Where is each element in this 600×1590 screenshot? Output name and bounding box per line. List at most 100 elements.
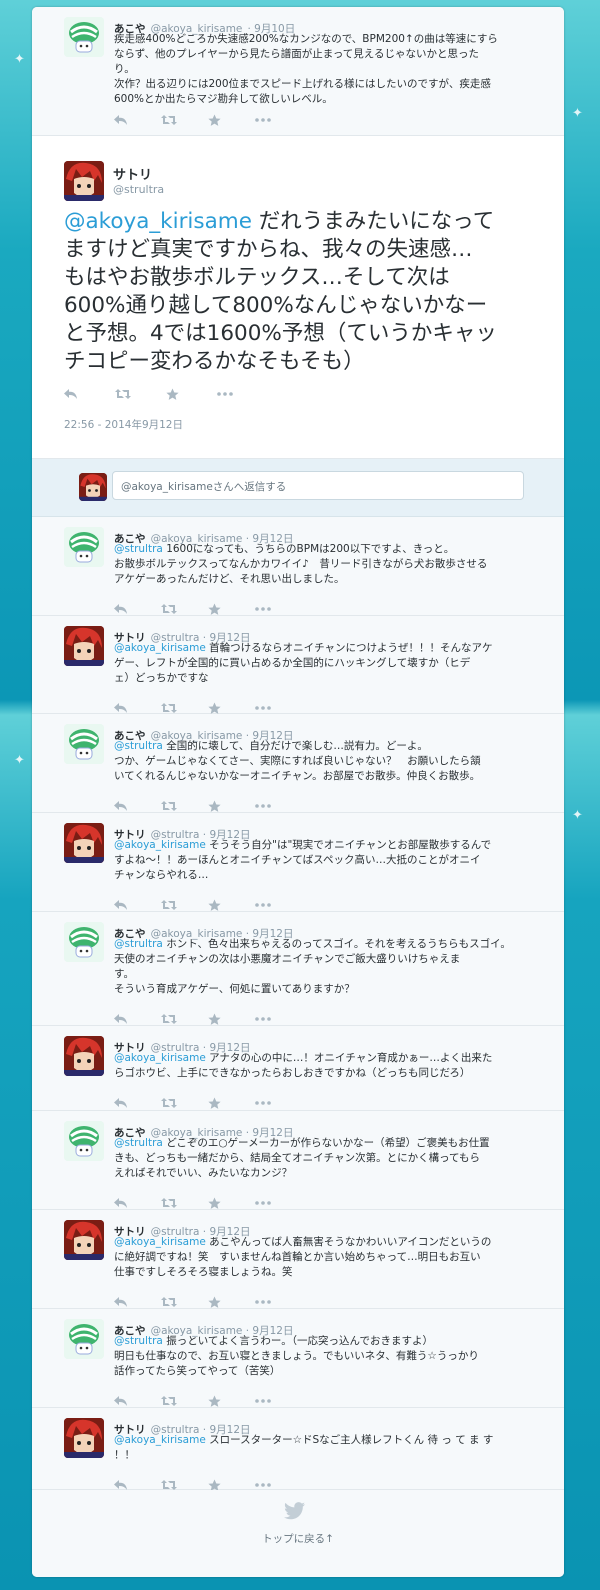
favorite-icon[interactable] — [208, 602, 255, 616]
tweet-actions — [114, 1096, 302, 1110]
tweet-line: に絶好調ですね！笑 すいませんね首輪とか言い始めちゃって…明日もお互い — [114, 1251, 481, 1263]
tweet-line: り。 — [114, 63, 135, 75]
mention-link[interactable]: @strultra — [114, 1335, 163, 1347]
reply-icon[interactable] — [114, 701, 161, 715]
avatar-satori[interactable] — [64, 1220, 104, 1260]
mention-link[interactable]: @akoya_kirisame — [64, 209, 252, 234]
reply-icon[interactable] — [114, 1012, 161, 1026]
more-icon[interactable] — [255, 113, 302, 127]
avatar-satori[interactable] — [64, 823, 104, 863]
mention-link[interactable]: @strultra — [114, 938, 163, 950]
tweet-text: @akoya_kirisame あこやんってば人畜無害そうなかわいいアイコンだと… — [114, 1235, 534, 1280]
favorite-icon[interactable] — [166, 387, 217, 401]
retweet-icon[interactable] — [161, 1196, 208, 1210]
retweet-icon[interactable] — [115, 387, 166, 401]
tweet-line: アナタの心の中に…！オニイチャン育成かぁー…よく出来た — [205, 1052, 493, 1064]
tweet-line: 疾走感400%どころか失速感200%なカンジなので、BPM200↑の曲は等速にす… — [114, 33, 498, 45]
reply-input[interactable]: @akoya_kirisameさんへ返信する — [112, 471, 524, 500]
favorite-icon[interactable] — [208, 799, 255, 813]
favorite-icon[interactable] — [208, 1394, 255, 1408]
avatar-satori[interactable] — [64, 626, 104, 666]
avatar-akoya[interactable] — [64, 724, 104, 764]
mention-link[interactable]: @strultra — [114, 543, 163, 555]
more-icon[interactable] — [255, 799, 302, 813]
more-icon[interactable] — [255, 1096, 302, 1110]
tweet-line: チャンならやれる… — [114, 869, 209, 881]
reply-icon[interactable] — [64, 387, 115, 401]
reply-icon[interactable] — [114, 602, 161, 616]
reply-tweet[interactable]: サトリ @strultra · 9月12日 @akoya_kirisame スロー… — [32, 1408, 564, 1491]
favorite-icon[interactable] — [208, 1295, 255, 1309]
reply-tweet[interactable]: あこや @akoya_kirisame · 9月12日 @strultra ホント… — [32, 912, 564, 1026]
favorite-icon[interactable] — [208, 113, 255, 127]
reply-icon[interactable] — [114, 113, 161, 127]
reply-tweet[interactable]: あこや @akoya_kirisame · 9月12日 @strultra どこぞ… — [32, 1111, 564, 1210]
retweet-icon[interactable] — [161, 701, 208, 715]
reply-icon[interactable] — [114, 1196, 161, 1210]
reply-icon[interactable] — [114, 1295, 161, 1309]
retweet-icon[interactable] — [161, 898, 208, 912]
avatar-akoya[interactable] — [64, 1121, 104, 1161]
mention-link[interactable]: @akoya_kirisame — [114, 642, 206, 654]
more-icon[interactable] — [255, 1394, 302, 1408]
mention-link[interactable]: @strultra — [114, 740, 163, 752]
retweet-icon[interactable] — [161, 113, 208, 127]
avatar-akoya[interactable] — [64, 1319, 104, 1359]
more-icon[interactable] — [255, 1295, 302, 1309]
reply-tweet[interactable]: あこや @akoya_kirisame · 9月12日 @strultra 振っと… — [32, 1309, 564, 1408]
twitter-bird-icon[interactable] — [284, 1502, 306, 1524]
retweet-icon[interactable] — [161, 602, 208, 616]
reply-icon[interactable] — [114, 1096, 161, 1110]
tweet-line: チコピー変わるかなそもそも） — [64, 349, 365, 374]
favorite-icon[interactable] — [208, 701, 255, 715]
more-icon[interactable] — [255, 1012, 302, 1026]
favorite-icon[interactable] — [208, 1196, 255, 1210]
more-icon[interactable] — [255, 898, 302, 912]
avatar-satori[interactable] — [64, 1418, 104, 1458]
more-icon[interactable] — [255, 1196, 302, 1210]
reply-icon[interactable] — [114, 898, 161, 912]
tweet-line: 話作ってたら笑ってやって（苦笑） — [114, 1365, 281, 1377]
reply-icon[interactable] — [114, 799, 161, 813]
sparkle-icon: ✦ — [14, 753, 25, 768]
favorite-icon[interactable] — [208, 898, 255, 912]
back-to-top-link[interactable]: トップに戻る↑ — [32, 1531, 564, 1546]
retweet-icon[interactable] — [161, 1096, 208, 1110]
tweet-line: そうそう自分"は"現実でオニイチャンとお部屋散歩するんで — [205, 839, 492, 851]
tweet-actions — [114, 898, 302, 912]
retweet-icon[interactable] — [161, 799, 208, 813]
avatar-current-user — [79, 473, 107, 501]
reply-tweet[interactable]: サトリ @strultra · 9月12日 @akoya_kirisame アナタ… — [32, 1026, 564, 1111]
avatar-akoya[interactable] — [64, 527, 104, 567]
favorite-icon[interactable] — [208, 1096, 255, 1110]
tweet-line: と予想。4では1600%予想（ていうかキャッ — [64, 321, 497, 346]
avatar-akoya[interactable] — [64, 17, 104, 57]
retweet-icon[interactable] — [161, 1012, 208, 1026]
retweet-icon[interactable] — [161, 1394, 208, 1408]
reply-tweet[interactable]: サトリ @strultra · 9月12日 @akoya_kirisame そうそ… — [32, 813, 564, 912]
user-handle[interactable]: @strultra — [113, 183, 164, 196]
more-icon[interactable] — [255, 701, 302, 715]
reply-tweet[interactable]: サトリ @strultra · 9月12日 @akoya_kirisame あこや… — [32, 1210, 564, 1309]
more-icon[interactable] — [217, 387, 268, 401]
more-icon[interactable] — [255, 602, 302, 616]
mention-link[interactable]: @akoya_kirisame — [114, 1052, 206, 1064]
context-tweet[interactable]: あこや @akoya_kirisame · 9月10日 疾走感400%どころか失… — [32, 7, 564, 136]
tweet-actions — [114, 113, 302, 127]
mention-link[interactable]: @akoya_kirisame — [114, 839, 206, 851]
reply-icon[interactable] — [114, 1394, 161, 1408]
user-name[interactable]: サトリ — [113, 164, 152, 183]
retweet-icon[interactable] — [161, 1295, 208, 1309]
reply-tweet[interactable]: あこや @akoya_kirisame · 9月12日 @strultra 160… — [32, 517, 564, 616]
tweet-line: ゲー、レフトが全国的に買い占めるか全国的にハッキングして壊すか（ヒデ — [114, 657, 471, 669]
avatar-akoya[interactable] — [64, 922, 104, 962]
avatar-satori[interactable] — [64, 1036, 104, 1076]
mention-link[interactable]: @strultra — [114, 1137, 163, 1149]
avatar-satori[interactable] — [64, 161, 104, 201]
favorite-icon[interactable] — [208, 1012, 255, 1026]
tweet-timestamp[interactable]: 22:56 - 2014年9月12日 — [64, 417, 183, 432]
mention-link[interactable]: @akoya_kirisame — [114, 1236, 206, 1248]
reply-tweet[interactable]: サトリ @strultra · 9月12日 @akoya_kirisame 首輪つ… — [32, 616, 564, 714]
mention-link[interactable]: @akoya_kirisame — [114, 1434, 206, 1446]
reply-tweet[interactable]: あこや @akoya_kirisame · 9月12日 @strultra 全国的… — [32, 714, 564, 813]
